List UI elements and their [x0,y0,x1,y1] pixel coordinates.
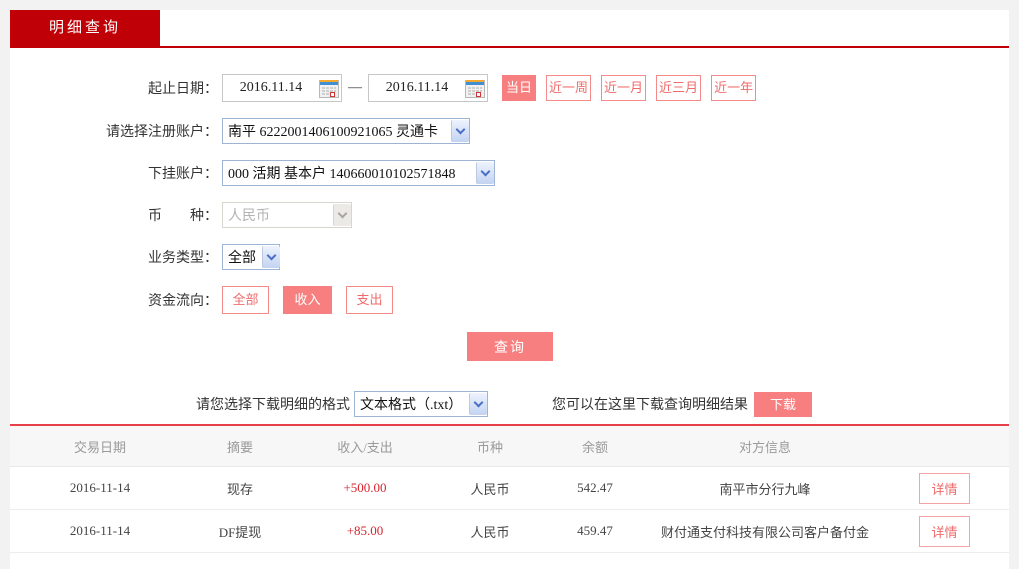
fund-flow-expense-button[interactable]: 支出 [346,286,393,314]
currency-select: 人民币 [222,202,352,228]
query-button[interactable]: 查询 [467,332,553,361]
end-date-value: 2016.11.14 [385,80,449,95]
col-header-counterparty: 对方信息 [738,439,791,455]
currency-label: 币 种： [148,209,218,224]
sub-account-value: 000 活期 基本户 140660010102571848 [228,167,456,182]
business-type-row: 业务类型： 全部 [10,244,1009,270]
calendar-icon[interactable] [319,79,339,98]
cell-summary: DF提现 [218,524,262,540]
detail-button[interactable]: 详情 [919,515,970,547]
detail-button[interactable]: 详情 [919,472,970,504]
sub-account-label: 下挂账户： [148,167,218,182]
business-type-select[interactable]: 全部 [222,244,280,270]
cell-date: 2016-11-14 [69,480,131,495]
range-week-button[interactable]: 近一周 [546,75,592,101]
cell-balance: 542.47 [577,480,613,495]
business-type-value: 全部 [228,251,256,266]
register-account-value: 南平 6222001406100921065 灵通卡 [228,125,438,140]
currency-value: 人民币 [228,209,270,224]
business-type-label: 业务类型： [148,251,218,266]
range-today-button[interactable]: 当日 [502,75,537,101]
col-header-currency: 币种 [476,439,503,455]
cell-date: 2016-11-14 [69,523,131,538]
currency-row: 币 种： 人民币 [10,202,1009,228]
cell-balance: 459.47 [577,523,613,538]
chevron-down-icon[interactable] [476,162,494,184]
range-quarter-button[interactable]: 近三月 [656,75,702,101]
chevron-down-icon [333,204,351,226]
fund-flow-income-button[interactable]: 收入 [283,286,332,314]
col-header-date: 交易日期 [73,439,126,455]
start-date-input[interactable]: 2016.11.14 [222,74,342,102]
cell-currency: 人民币 [470,524,510,540]
sub-account-select[interactable]: 000 活期 基本户 140660010102571848 [222,160,495,186]
cell-currency: 人民币 [470,481,510,497]
content-panel: 明细查询 起止日期： 2016.11.14 — 2016.11.14 当日 近一… [10,10,1009,569]
register-account-label: 请选择注册账户： [106,125,218,140]
table-row: 2016-11-14 DF提现 +85.00 人民币 459.47 财付通支付科… [10,510,1009,553]
cell-counterparty: 南平市分行九峰 [719,481,811,497]
download-format-value: 文本格式（.txt） [360,398,463,413]
download-button[interactable]: 下载 [754,391,812,417]
calendar-icon[interactable] [465,79,485,98]
col-header-amount: 收入/支出 [337,439,393,455]
cell-amount: +85.00 [346,523,384,538]
tab-detail-query[interactable]: 明细查询 [10,10,160,46]
table-row: 2016-11-14 现存 +500.00 人民币 542.47 南平市分行九峰… [10,467,1009,510]
fund-flow-label: 资金流向： [148,294,218,309]
results-table: 交易日期 摘要 收入/支出 币种 余额 对方信息 2016-11-14 现存 +… [10,424,1009,553]
fund-flow-all-button[interactable]: 全部 [222,286,269,314]
query-form: 起止日期： 2016.11.14 — 2016.11.14 当日 近一周 近一月… [10,48,1009,417]
cell-counterparty: 财付通支付科技有限公司客户备付金 [660,524,869,540]
tab-bar: 明细查询 [10,10,1009,48]
chevron-down-icon[interactable] [262,246,280,268]
table-header-row: 交易日期 摘要 收入/支出 币种 余额 对方信息 [10,426,1009,467]
download-format-label: 请您选择下载明细的格式 [196,398,350,413]
cell-amount: +500.00 [343,480,387,495]
range-year-button[interactable]: 近一年 [711,75,757,101]
date-range-row: 起止日期： 2016.11.14 — 2016.11.14 当日 近一周 近一月… [10,74,1009,102]
chevron-down-icon[interactable] [469,393,487,415]
sub-account-row: 下挂账户： 000 活期 基本户 140660010102571848 [10,160,1009,186]
range-month-button[interactable]: 近一月 [601,75,647,101]
date-range-label: 起止日期： [148,82,218,97]
download-format-select[interactable]: 文本格式（.txt） [354,391,488,417]
download-hint: 您可以在这里下载查询明细结果 [552,398,748,413]
col-header-summary: 摘要 [226,439,253,455]
cell-summary: 现存 [226,481,253,497]
download-row: 请您选择下载明细的格式 文本格式（.txt） 您可以在这里下载查询明细结果 下载 [196,391,1009,417]
start-date-value: 2016.11.14 [239,80,303,95]
chevron-down-icon[interactable] [451,120,469,142]
end-date-input[interactable]: 2016.11.14 [368,74,488,102]
date-separator: — [348,80,362,95]
register-account-select[interactable]: 南平 6222001406100921065 灵通卡 [222,118,470,144]
col-header-balance: 余额 [581,439,608,455]
register-account-row: 请选择注册账户： 南平 6222001406100921065 灵通卡 [10,118,1009,144]
fund-flow-row: 资金流向： 全部 收入 支出 [10,286,1009,314]
